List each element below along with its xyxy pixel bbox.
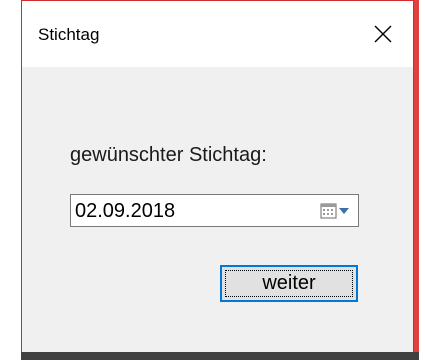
calendar-icon	[320, 203, 337, 219]
chevron-down-icon	[339, 208, 349, 214]
date-input-value[interactable]: 02.09.2018	[75, 200, 175, 223]
calendar-dropdown-button[interactable]	[320, 202, 352, 220]
date-picker[interactable]: 02.09.2018	[70, 194, 359, 227]
window-title: Stichtag	[38, 25, 100, 44]
title-bar[interactable]: Stichtag	[22, 1, 413, 67]
close-button[interactable]	[353, 1, 413, 67]
window-edge-bottom	[21, 352, 419, 360]
close-icon	[374, 25, 392, 43]
stichtag-label: gewünschter Stichtag:	[70, 144, 267, 166]
weiter-button[interactable]: weiter	[220, 265, 358, 302]
window-edge-right	[414, 0, 419, 352]
dialog-window: Stichtag gewünschter Stichtag: 02.09.201…	[21, 0, 414, 352]
weiter-button-label: weiter	[262, 272, 316, 294]
